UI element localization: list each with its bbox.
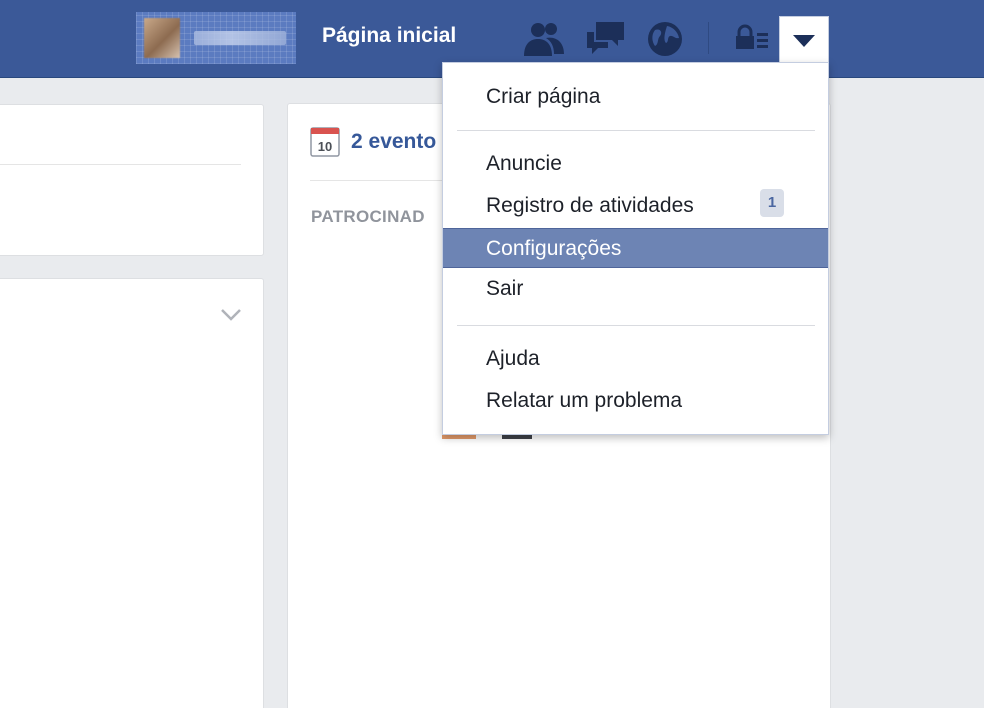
calendar-icon: 10 (310, 127, 340, 157)
calendar-day-number: 10 (318, 139, 332, 154)
avatar[interactable] (144, 18, 180, 58)
left-card-divider (0, 164, 241, 165)
topbar-divider (708, 22, 709, 54)
left-card-bottom (0, 278, 264, 708)
menu-item-activity-log-label: Registro de atividades (486, 194, 694, 217)
menu-separator (457, 130, 815, 131)
menu-item-logout[interactable]: Sair (443, 269, 828, 309)
friend-requests-icon[interactable] (522, 20, 566, 58)
account-menu-chevron-icon (793, 35, 815, 47)
activity-count-badge: 1 (760, 189, 784, 217)
menu-item-help[interactable]: Ajuda (443, 339, 828, 379)
left-card-top (0, 104, 264, 256)
sponsored-heading: PATROCINAD (311, 207, 425, 226)
events-divider (310, 180, 450, 181)
messages-icon[interactable] (584, 20, 628, 58)
menu-item-report-problem[interactable]: Relatar um problema (443, 381, 828, 421)
account-dropdown-menu: Criar página Anuncie Registro de ativida… (442, 62, 829, 435)
home-link[interactable]: Página inicial (322, 24, 456, 48)
menu-item-advertise[interactable]: Anuncie (443, 144, 828, 184)
chevron-down-icon[interactable] (218, 300, 244, 330)
events-link[interactable]: 2 evento (351, 130, 436, 154)
menu-item-create-page[interactable]: Criar página (443, 77, 828, 117)
menu-item-settings[interactable]: Configurações (443, 228, 828, 268)
profile-link[interactable] (136, 12, 296, 64)
menu-separator (457, 325, 815, 326)
privacy-shortcuts-icon[interactable] (734, 24, 770, 52)
notifications-globe-icon[interactable] (645, 20, 685, 58)
profile-name-blurred[interactable] (194, 31, 286, 45)
